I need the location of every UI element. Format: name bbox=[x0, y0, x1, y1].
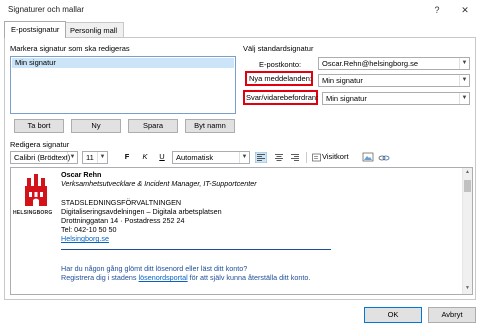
chevron-down-icon[interactable]: ▼ bbox=[459, 75, 469, 86]
chevron-down-icon[interactable]: ▼ bbox=[459, 93, 469, 104]
new-messages-value: Min signatur bbox=[322, 76, 363, 85]
align-left-icon[interactable] bbox=[255, 152, 267, 163]
font-select[interactable]: Calibri (Brödtext) ▼ bbox=[10, 151, 78, 164]
new-messages-label: Nya meddelanden: bbox=[249, 74, 312, 83]
scroll-down-icon[interactable]: ▼ bbox=[464, 285, 471, 292]
replies-select[interactable]: Min signatur ▼ bbox=[322, 92, 470, 105]
logo-text: HELSINGBORG bbox=[13, 210, 53, 216]
bold-button[interactable]: F bbox=[122, 151, 132, 164]
account-value: Oscar.Rehn@helsingborg.se bbox=[322, 59, 418, 68]
note-2-suffix: för att själv kunna återställa ditt kont… bbox=[187, 273, 311, 282]
account-label: E-postkonto: bbox=[259, 60, 302, 69]
editor-scrollbar[interactable]: ▲ ▼ bbox=[462, 168, 472, 294]
password-portal-link[interactable]: lösenordsportal bbox=[139, 273, 188, 282]
account-select[interactable]: Oscar.Rehn@helsingborg.se ▼ bbox=[318, 57, 470, 70]
signature-title: Verksamhetsutvecklare & Incident Manager… bbox=[61, 179, 257, 188]
signature-note-1: Har du någon gång glömt ditt lösenord el… bbox=[61, 264, 248, 273]
align-right-icon[interactable] bbox=[289, 152, 301, 163]
chevron-down-icon[interactable]: ▼ bbox=[97, 152, 107, 163]
size-value: 11 bbox=[86, 153, 94, 162]
save-button[interactable]: Spara bbox=[128, 119, 178, 133]
signature-editor[interactable]: HELSINGBORG Oscar Rehn Verksamhetsutveck… bbox=[10, 167, 473, 295]
new-messages-select[interactable]: Min signatur ▼ bbox=[318, 74, 470, 87]
business-card-button[interactable]: Visitkort bbox=[322, 151, 356, 164]
italic-button[interactable]: K bbox=[140, 151, 150, 164]
tab-personal-template[interactable]: Personlig mall bbox=[63, 22, 125, 37]
color-value: Automatisk bbox=[176, 153, 214, 162]
default-signature-group-label: Välj standardsignatur bbox=[243, 44, 314, 53]
note-2-prefix: Registrera dig i stadens bbox=[61, 273, 139, 282]
list-item[interactable]: Min signatur bbox=[12, 58, 234, 68]
tab-email-signature[interactable]: E-postsignatur bbox=[4, 21, 67, 38]
replies-value: Min signatur bbox=[326, 94, 367, 103]
color-select[interactable]: Automatisk ▼ bbox=[172, 151, 250, 164]
signature-list[interactable]: Min signatur bbox=[10, 56, 236, 114]
hyperlink-icon[interactable] bbox=[378, 152, 390, 163]
signature-org: STADSLEDNINGSFÖRVALTNINGEN bbox=[61, 198, 182, 207]
signature-divider bbox=[61, 249, 331, 250]
help-button[interactable]: ? bbox=[430, 3, 444, 17]
signature-note-2: Registrera dig i stadens lösenordsportal… bbox=[61, 273, 310, 282]
close-icon[interactable]: ✕ bbox=[458, 3, 472, 17]
signature-address: Drottninggatan 14 · Postadress 252 24 bbox=[61, 216, 185, 225]
align-center-icon[interactable] bbox=[273, 152, 285, 163]
rename-button[interactable]: Byt namn bbox=[185, 119, 235, 133]
edit-signature-label: Redigera signatur bbox=[10, 140, 70, 149]
font-value: Calibri (Brödtext) bbox=[14, 153, 71, 162]
chevron-down-icon[interactable]: ▼ bbox=[239, 152, 249, 163]
underline-button[interactable]: U bbox=[157, 151, 167, 164]
size-select[interactable]: 11 ▼ bbox=[82, 151, 108, 164]
scroll-thumb[interactable] bbox=[464, 180, 471, 192]
ok-button[interactable]: OK bbox=[364, 307, 422, 323]
replies-label: Svar/vidarebefordran: bbox=[246, 93, 319, 102]
signature-website-link[interactable]: Helsingborg.se bbox=[61, 234, 109, 243]
signature-dept: Digitaliseringsavdelningen – Digitala ar… bbox=[61, 207, 222, 216]
select-signature-label: Markera signatur som ska redigeras bbox=[10, 44, 130, 53]
cancel-button[interactable]: Avbryt bbox=[428, 307, 476, 323]
signature-phone: Tel: 042-10 50 50 bbox=[61, 225, 117, 234]
business-card-icon bbox=[312, 153, 321, 162]
delete-button[interactable]: Ta bort bbox=[14, 119, 64, 133]
signature-name: Oscar Rehn bbox=[61, 170, 102, 179]
window-title: Signaturer och mallar bbox=[8, 5, 85, 14]
new-button[interactable]: Ny bbox=[71, 119, 121, 133]
chevron-down-icon[interactable]: ▼ bbox=[459, 58, 469, 69]
helsingborg-logo bbox=[25, 174, 47, 206]
chevron-down-icon[interactable]: ▼ bbox=[67, 152, 77, 163]
insert-picture-icon[interactable] bbox=[362, 152, 374, 163]
scroll-up-icon[interactable]: ▲ bbox=[464, 169, 471, 176]
toolbar-divider bbox=[306, 152, 307, 163]
